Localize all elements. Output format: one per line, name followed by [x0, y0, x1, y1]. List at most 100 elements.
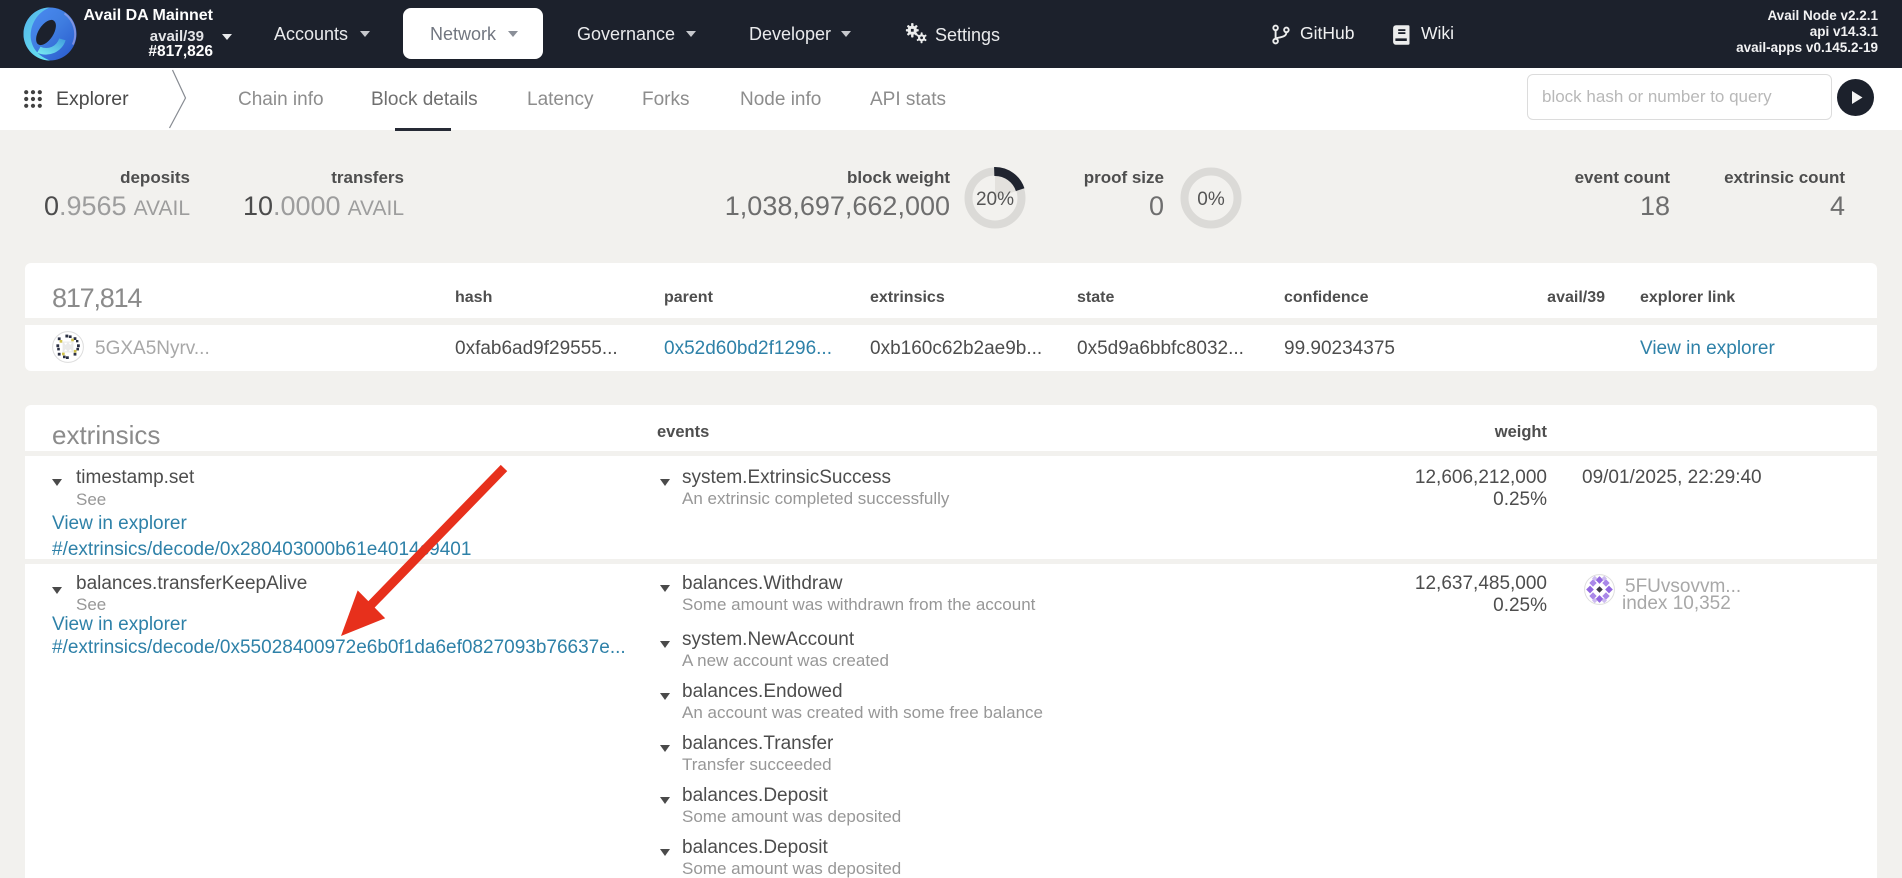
col-events: events [657, 424, 709, 441]
extrinsic-2-method[interactable]: balances.transferKeepAlive [76, 574, 307, 593]
col-runtime: avail/39 [1547, 290, 1605, 306]
top-navigation-bar: Avail DA Mainnet avail/39 #817,826 Accou… [0, 0, 1902, 68]
deposits-unit: AVAIL [134, 197, 190, 220]
menu-governance[interactable]: Governance [577, 25, 675, 43]
tab-block-details[interactable]: Block details [371, 89, 478, 111]
event-2-3-name[interactable]: balances.Endowed [682, 682, 843, 701]
deposits-label: deposits [120, 168, 190, 188]
event-1-1-name[interactable]: system.ExtrinsicSuccess [682, 468, 891, 487]
view-in-explorer-link[interactable]: View in explorer [1640, 339, 1775, 358]
play-icon [1837, 79, 1874, 116]
extrinsic-1-expander-icon[interactable] [52, 479, 62, 486]
event-2-5-expander-icon[interactable] [660, 797, 670, 804]
chain-selector[interactable]: Avail DA Mainnet avail/39 #817,826 [91, 0, 213, 68]
deposits-int: 0 [44, 191, 59, 221]
transfers-label: transfers [331, 168, 404, 188]
event-2-6-desc: Some amount was deposited [682, 860, 901, 877]
tab-api-stats[interactable]: API stats [870, 89, 946, 111]
event-count-value: 18 [1640, 191, 1670, 222]
event-2-4-desc: Transfer succeeded [682, 756, 832, 773]
event-2-6-name[interactable]: balances.Deposit [682, 838, 828, 857]
col-hash: hash [455, 290, 492, 306]
transfers-dec: .0000 [273, 191, 341, 221]
event-2-4-expander-icon[interactable] [660, 745, 670, 752]
node-version: Avail Node v2.2.1 [1736, 8, 1878, 24]
event-2-6-expander-icon[interactable] [660, 849, 670, 856]
avail-logo[interactable] [23, 7, 77, 61]
confidence-value: 99.90234375 [1284, 339, 1395, 358]
proof-size-value: 0 [1149, 191, 1164, 222]
block-author-account[interactable]: 5GXA5Nyrv... [95, 339, 210, 358]
extrinsic-2-decode-link[interactable]: #/extrinsics/decode/0x55028400972e6b0f1d… [52, 638, 626, 657]
section-title: Explorer [56, 90, 129, 110]
tab-latency[interactable]: Latency [527, 89, 594, 111]
menu-network[interactable]: Network [403, 8, 543, 59]
event-2-1-desc: Some amount was withdrawn from the accou… [682, 596, 1035, 613]
github-branch-icon [1271, 24, 1291, 46]
extrinsic-count-value: 4 [1830, 191, 1845, 222]
query-submit-button[interactable] [1837, 79, 1874, 116]
event-2-3-expander-icon[interactable] [660, 693, 670, 700]
col-weight: weight [1495, 424, 1547, 441]
signer-identicon[interactable] [1584, 574, 1615, 605]
block-query-input[interactable] [1527, 74, 1832, 120]
active-tab-underline [395, 128, 451, 131]
tab-forks[interactable]: Forks [642, 89, 690, 111]
block-author-identicon[interactable] [52, 331, 84, 363]
extrinsics-table-header [25, 405, 1877, 451]
extrinsic-1-method[interactable]: timestamp.set [76, 468, 194, 487]
transfers-value: 10.0000AVAIL [243, 191, 404, 222]
event-2-5-name[interactable]: balances.Deposit [682, 786, 828, 805]
col-extrinsics: extrinsics [870, 290, 945, 306]
block-weight-label: block weight [847, 168, 950, 188]
state-root-value: 0x5d9a6bbfc8032... [1077, 339, 1244, 358]
developer-caret-icon [841, 31, 851, 37]
chain-selector-caret-icon [222, 34, 232, 40]
extrinsic-1-see: See [76, 491, 106, 508]
col-state: state [1077, 290, 1114, 306]
accounts-caret-icon [360, 31, 370, 37]
event-2-2-name[interactable]: system.NewAccount [682, 630, 854, 649]
event-1-1-desc: An extrinsic completed successfully [682, 490, 949, 507]
extrinsics-root-value: 0xb160c62b2ae9b... [870, 339, 1042, 358]
network-caret-icon [508, 31, 518, 37]
extrinsic-1-view-link[interactable]: View in explorer [52, 514, 187, 533]
extrinsics-title: extrinsics [52, 422, 160, 448]
tab-node-info[interactable]: Node info [740, 89, 821, 111]
col-parent: parent [664, 290, 713, 306]
event-2-2-expander-icon[interactable] [660, 641, 670, 648]
settings-gear-icon [905, 21, 930, 45]
extrinsic-1-decode-link[interactable]: #/extrinsics/decode/0x280403000b61e4014c… [52, 540, 471, 559]
proof-size-donut: 0% [1180, 167, 1242, 229]
parent-hash-link[interactable]: 0x52d60bd2f1296... [664, 339, 832, 358]
extrinsic-1-weight: 12,606,212,000 [1415, 468, 1547, 487]
block-number-heading: 817,814 [52, 285, 141, 312]
extrinsic-count-label: extrinsic count [1724, 168, 1845, 188]
event-1-1-expander-icon[interactable] [660, 479, 670, 486]
menu-settings-label: Settings [935, 26, 1000, 44]
apps-grid-icon[interactable] [23, 89, 43, 109]
menu-developer[interactable]: Developer [749, 25, 831, 43]
deposits-dec: .9565 [59, 191, 127, 221]
event-2-4-name[interactable]: balances.Transfer [682, 734, 833, 753]
col-confidence: confidence [1284, 290, 1368, 306]
explorer-tabbar: Explorer Chain info Block details Latenc… [0, 68, 1902, 130]
extrinsic-1-timestamp: 09/01/2025, 22:29:40 [1582, 468, 1762, 487]
transfers-unit: AVAIL [348, 197, 404, 220]
extrinsic-2-view-link[interactable]: View in explorer [52, 615, 187, 634]
menu-accounts[interactable]: Accounts [274, 25, 348, 43]
event-2-1-expander-icon[interactable] [660, 585, 670, 592]
block-hash-value: 0xfab6ad9f29555... [455, 339, 618, 358]
extrinsic-2-expander-icon[interactable] [52, 587, 62, 594]
extrinsic-2-weight-pct: 0.25% [1493, 596, 1547, 615]
node-version-info: Avail Node v2.2.1 api v14.3.1 avail-apps… [1736, 8, 1878, 56]
event-2-1-name[interactable]: balances.Withdraw [682, 574, 843, 593]
apps-version: avail-apps v0.145.2-19 [1736, 40, 1878, 56]
governance-caret-icon [686, 31, 696, 37]
tab-chain-info[interactable]: Chain info [238, 89, 324, 111]
chain-name: Avail DA Mainnet [84, 8, 214, 24]
deposits-value: 0.9565 AVAIL [44, 191, 190, 222]
col-explorer-link: explorer link [1640, 290, 1735, 306]
signer-index: index 10,352 [1622, 594, 1731, 613]
runtime-version: avail/39 [150, 29, 204, 44]
